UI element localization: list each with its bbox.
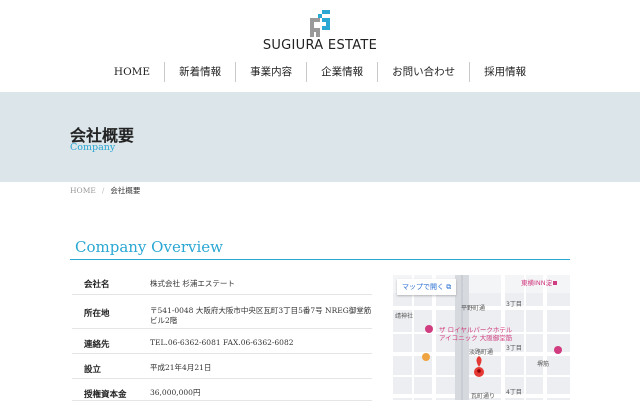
- info-value: TEL.06-6362-6081 FAX.06-6362-6082: [144, 328, 372, 354]
- table-row: 設立 平成21年4月21日: [72, 353, 372, 379]
- info-value: 株式会社 杉浦エステート: [144, 268, 372, 295]
- logo-text: SUGIURA ESTATE: [262, 38, 378, 53]
- map-label: 淡路町通: [469, 349, 494, 356]
- nav-business[interactable]: 事業内容: [235, 62, 306, 82]
- map-label: 瓦町通り: [471, 393, 496, 400]
- open-in-maps-label: マップで開く: [402, 283, 444, 291]
- nav-recruit[interactable]: 採用情報: [469, 62, 540, 82]
- external-link-icon: ⧉: [446, 283, 452, 291]
- table-row: 会社名 株式会社 杉浦エステート: [72, 268, 372, 295]
- site-logo[interactable]: SUGIURA ESTATE: [0, 8, 640, 53]
- table-row: 授権資本金 36,000,000円: [72, 378, 372, 401]
- section-title: Company Overview: [75, 238, 223, 256]
- nav-contact[interactable]: お問い合わせ: [377, 62, 469, 82]
- table-row: 連絡先 TEL.06-6362-6081 FAX.06-6362-6082: [72, 328, 372, 354]
- map-label: 東横INN淀: [521, 279, 553, 287]
- page-subtitle: Company: [70, 142, 116, 153]
- table-row: 所在地 〒541-0048 大阪府大阪市中央区瓦町3丁目5番7号 NREG御堂筋…: [72, 294, 372, 329]
- info-label: 授権資本金: [72, 378, 144, 401]
- info-value: 36,000,000円: [144, 378, 372, 401]
- breadcrumb: HOME / 会社概要: [70, 185, 140, 196]
- open-in-maps-button[interactable]: マップで開く ⧉: [397, 279, 457, 295]
- info-value: 〒541-0048 大阪府大阪市中央区瓦町3丁目5番7号 NREG御堂筋ビル2階: [144, 294, 372, 329]
- section-divider: [70, 259, 570, 260]
- info-label: 会社名: [72, 268, 144, 295]
- info-label: 連絡先: [72, 328, 144, 354]
- company-info-table: 会社名 株式会社 杉浦エステート 所在地 〒541-0048 大阪府大阪市中央区…: [72, 268, 372, 401]
- page-hero: 会社概要 Company: [0, 92, 640, 182]
- nav-company[interactable]: 企業情報: [306, 62, 377, 82]
- info-value: 平成21年4月21日: [144, 353, 372, 379]
- map-label: アイコニック 大阪御堂筋: [439, 334, 513, 342]
- breadcrumb-home[interactable]: HOME: [70, 186, 96, 195]
- map-label: 平野町通: [461, 305, 486, 312]
- google-map[interactable]: マップで開く ⧉ 東横INN淀 平野町通 3丁目 靖神社 ザ ロイヤルパークホテ…: [393, 275, 570, 400]
- map-label: 3丁目: [506, 301, 522, 308]
- map-label: 靖神社: [395, 313, 414, 320]
- info-label: 設立: [72, 353, 144, 379]
- breadcrumb-current: 会社概要: [110, 186, 141, 195]
- nav-news[interactable]: 新着情報: [164, 62, 235, 82]
- info-label: 所在地: [72, 294, 144, 329]
- global-nav: HOME 新着情報 事業内容 企業情報 お問い合わせ 採用情報: [0, 62, 640, 82]
- map-label: 堺筋: [537, 361, 550, 368]
- logo-mark-icon: [305, 8, 335, 38]
- nav-home[interactable]: HOME: [100, 62, 164, 82]
- map-label: 4丁目: [506, 389, 522, 396]
- map-label: 3丁目: [506, 345, 522, 352]
- breadcrumb-separator: /: [101, 186, 105, 195]
